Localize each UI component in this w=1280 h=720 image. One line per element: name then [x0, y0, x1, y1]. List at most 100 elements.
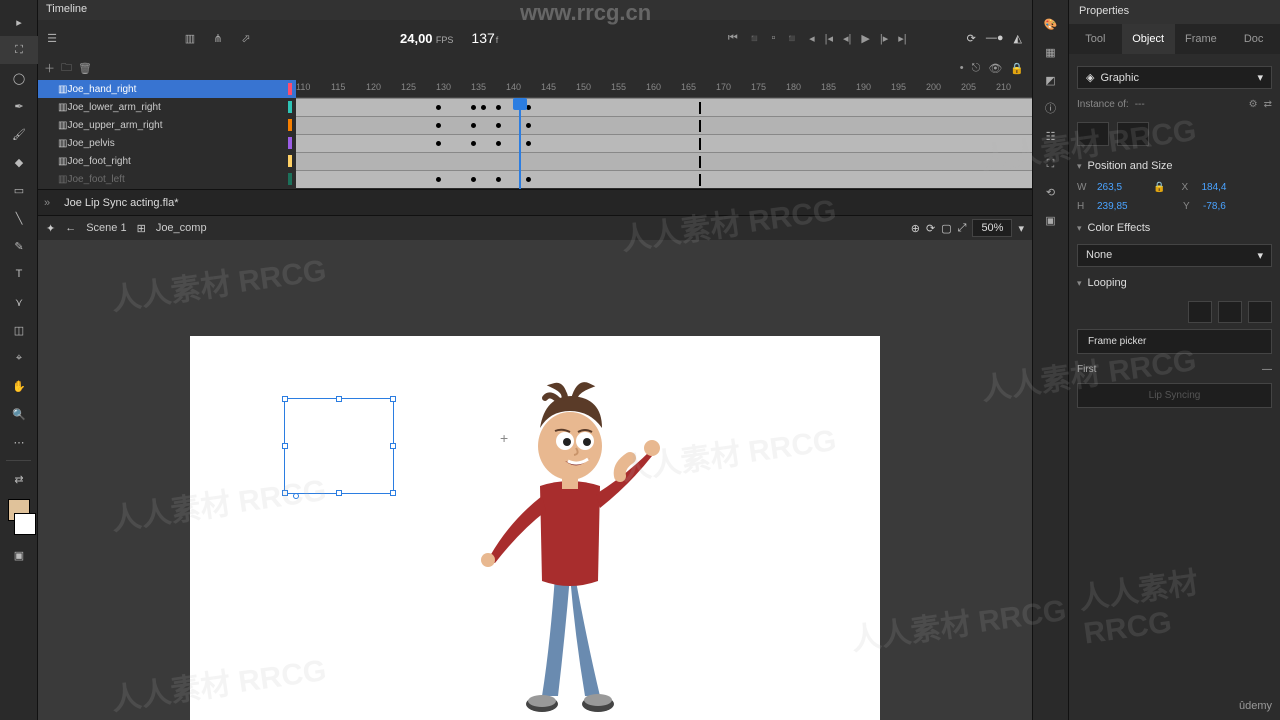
scene-icon[interactable]: ✦ [46, 222, 55, 235]
snap-tool[interactable]: ▣ [0, 541, 38, 569]
clip-stage-icon[interactable]: ▢ [941, 222, 951, 235]
loop-mode-once-button[interactable] [1218, 301, 1242, 323]
layer-row[interactable]: ▥ Joe_upper_arm_right [38, 116, 296, 134]
zoom-tool[interactable]: 🔍 [0, 400, 38, 428]
stage-area[interactable]: + [38, 240, 1032, 720]
lock-aspect-icon[interactable]: 🔒 [1153, 182, 1165, 193]
transform-bounding-box[interactable] [284, 398, 394, 494]
zoom-level[interactable]: 50% [972, 219, 1012, 237]
color-effects-section[interactable]: Color Effects [1077, 216, 1272, 240]
bone-tool[interactable]: ⋎ [0, 288, 38, 316]
break-apart-button[interactable] [1077, 122, 1109, 146]
frame-ruler[interactable]: 110 115 120 125 130 135 140 145 150 155 … [296, 80, 1032, 98]
layer-depth-icon[interactable]: ⬀ [232, 32, 260, 45]
frame-grid[interactable]: 110 115 120 125 130 135 140 145 150 155 … [296, 80, 1032, 189]
frame-picker-button[interactable]: Frame picker [1077, 329, 1272, 354]
layer-row[interactable]: ▥ Joe_pelvis [38, 134, 296, 152]
first-frame-value[interactable]: — [1262, 364, 1272, 375]
swatches-panel-icon[interactable]: ▦ [1033, 38, 1068, 66]
layer-parent-icon[interactable]: ⋔ [204, 32, 232, 45]
next-frame-button[interactable]: |▸ [880, 32, 888, 45]
frame-rows[interactable] [296, 98, 1032, 188]
instance-type-select[interactable]: ◈Graphic ▾ [1077, 66, 1272, 89]
new-folder-button[interactable]: 🗀 [61, 59, 72, 78]
onion-skin-button[interactable]: —● [986, 32, 1004, 45]
tab-tool[interactable]: Tool [1069, 24, 1122, 54]
edit-symbol-button[interactable] [1117, 122, 1149, 146]
insert-frame-button[interactable]: ▫ [771, 32, 775, 45]
prev-frame-button[interactable]: ◂| [843, 32, 851, 45]
first-frame-button[interactable]: |◂ [825, 32, 833, 45]
position-size-section[interactable]: Position and Size [1077, 154, 1272, 178]
brush-tool[interactable]: 🖌 [0, 120, 38, 148]
prev-extreme-button[interactable]: ⏮ [728, 32, 738, 45]
delete-layer-button[interactable]: 🗑 [78, 62, 92, 75]
free-transform-tool[interactable]: ⛶ [0, 36, 38, 64]
lip-syncing-button[interactable]: Lip Syncing [1077, 383, 1272, 408]
line-tool[interactable]: ╲ [0, 204, 38, 232]
connect-layer-icon[interactable]: ⎋ [972, 62, 981, 75]
layer-row[interactable]: ▥ Joe_foot_right [38, 152, 296, 170]
x-value[interactable]: 184,4 [1201, 182, 1251, 193]
looping-section[interactable]: Looping [1077, 271, 1272, 295]
visibility-header-icon[interactable]: 👁 [988, 62, 1002, 75]
lock-header-icon[interactable]: 🔒 [1010, 62, 1024, 75]
layer-row[interactable]: ▥ Joe_hand_right [38, 80, 296, 98]
playhead[interactable] [513, 98, 527, 189]
document-tab[interactable]: Joe Lip Sync acting.fla* [54, 193, 188, 213]
instance-options-icon[interactable]: ⚙ [1249, 99, 1258, 110]
step-back-button[interactable]: ◂ [809, 32, 815, 45]
hand-tool[interactable]: ✋ [0, 372, 38, 400]
swap-instance-icon[interactable]: ⇄ [1264, 99, 1272, 110]
loop-mode-single-button[interactable] [1248, 301, 1272, 323]
library-panel-icon[interactable]: ◩ [1033, 66, 1068, 94]
loop-mode-loop-button[interactable] [1188, 301, 1212, 323]
current-frame-display[interactable]: 137f [471, 30, 498, 46]
paint-bucket-tool[interactable]: ◆ [0, 148, 38, 176]
tab-doc[interactable]: Doc [1227, 24, 1280, 54]
transform-panel-icon[interactable]: ⛶ [1033, 150, 1068, 178]
layer-row[interactable]: ▥ Joe_lower_arm_right [38, 98, 296, 116]
transform-origin-handle[interactable] [293, 493, 299, 499]
symbol-breadcrumb[interactable]: Joe_comp [156, 222, 207, 234]
rectangle-tool[interactable]: ▭ [0, 176, 38, 204]
last-frame-button[interactable]: ▸| [898, 32, 906, 45]
camera-layer-icon[interactable]: ▥ [176, 32, 204, 45]
keyframe-back-button[interactable]: ◾ [748, 32, 762, 45]
more-tools[interactable]: ⋯ [0, 428, 38, 456]
width-value[interactable]: 263,5 [1097, 182, 1147, 193]
stage-canvas[interactable]: + [190, 336, 880, 720]
zoom-dropdown-icon[interactable]: ▾ [1018, 222, 1024, 235]
history-panel-icon[interactable]: ⟲ [1033, 178, 1068, 206]
align-panel-icon[interactable]: ☷ [1033, 122, 1068, 150]
keyframe-forward-button[interactable]: ◾ [785, 32, 799, 45]
layers-icon[interactable]: ☰ [38, 32, 66, 45]
color-effect-select[interactable]: None▾ [1077, 244, 1272, 267]
tab-object[interactable]: Object [1122, 24, 1175, 54]
new-layer-button[interactable]: ＋ [44, 60, 55, 76]
text-tool[interactable]: T [0, 260, 38, 288]
pencil-tool[interactable]: ✎ [0, 232, 38, 260]
lasso-tool[interactable]: ◯ [0, 64, 38, 92]
center-stage-icon[interactable]: ⊕ [911, 222, 920, 235]
color-panel-icon[interactable]: 🎨 [1033, 10, 1068, 38]
camera-tool[interactable]: ⌖ [0, 344, 38, 372]
back-button[interactable]: ← [65, 222, 76, 234]
y-value[interactable]: -78,6 [1203, 201, 1253, 212]
play-button[interactable]: ▶ [861, 32, 869, 45]
fit-icon[interactable]: ⤢ [958, 222, 967, 235]
layer-row[interactable]: ▥ Joe_foot_left [38, 170, 296, 188]
selection-tool[interactable]: ▸ [0, 8, 38, 36]
onion-outlines-button[interactable]: ◭ [1014, 32, 1022, 45]
components-panel-icon[interactable]: ▣ [1033, 206, 1068, 234]
scene-breadcrumb[interactable]: Scene 1 [86, 222, 126, 234]
info-panel-icon[interactable]: ⓘ [1033, 94, 1068, 122]
height-value[interactable]: 239,85 [1097, 201, 1147, 212]
pen-tool[interactable]: ✒ [0, 92, 38, 120]
highlight-layer-icon[interactable]: • [960, 62, 964, 75]
fps-display[interactable]: 24,00 FPS [400, 31, 453, 46]
stroke-color-swatch[interactable] [14, 513, 36, 535]
rotate-stage-icon[interactable]: ⟳ [926, 222, 935, 235]
swap-colors-icon[interactable]: ⇄ [0, 465, 38, 493]
eraser-tool[interactable]: ◫ [0, 316, 38, 344]
